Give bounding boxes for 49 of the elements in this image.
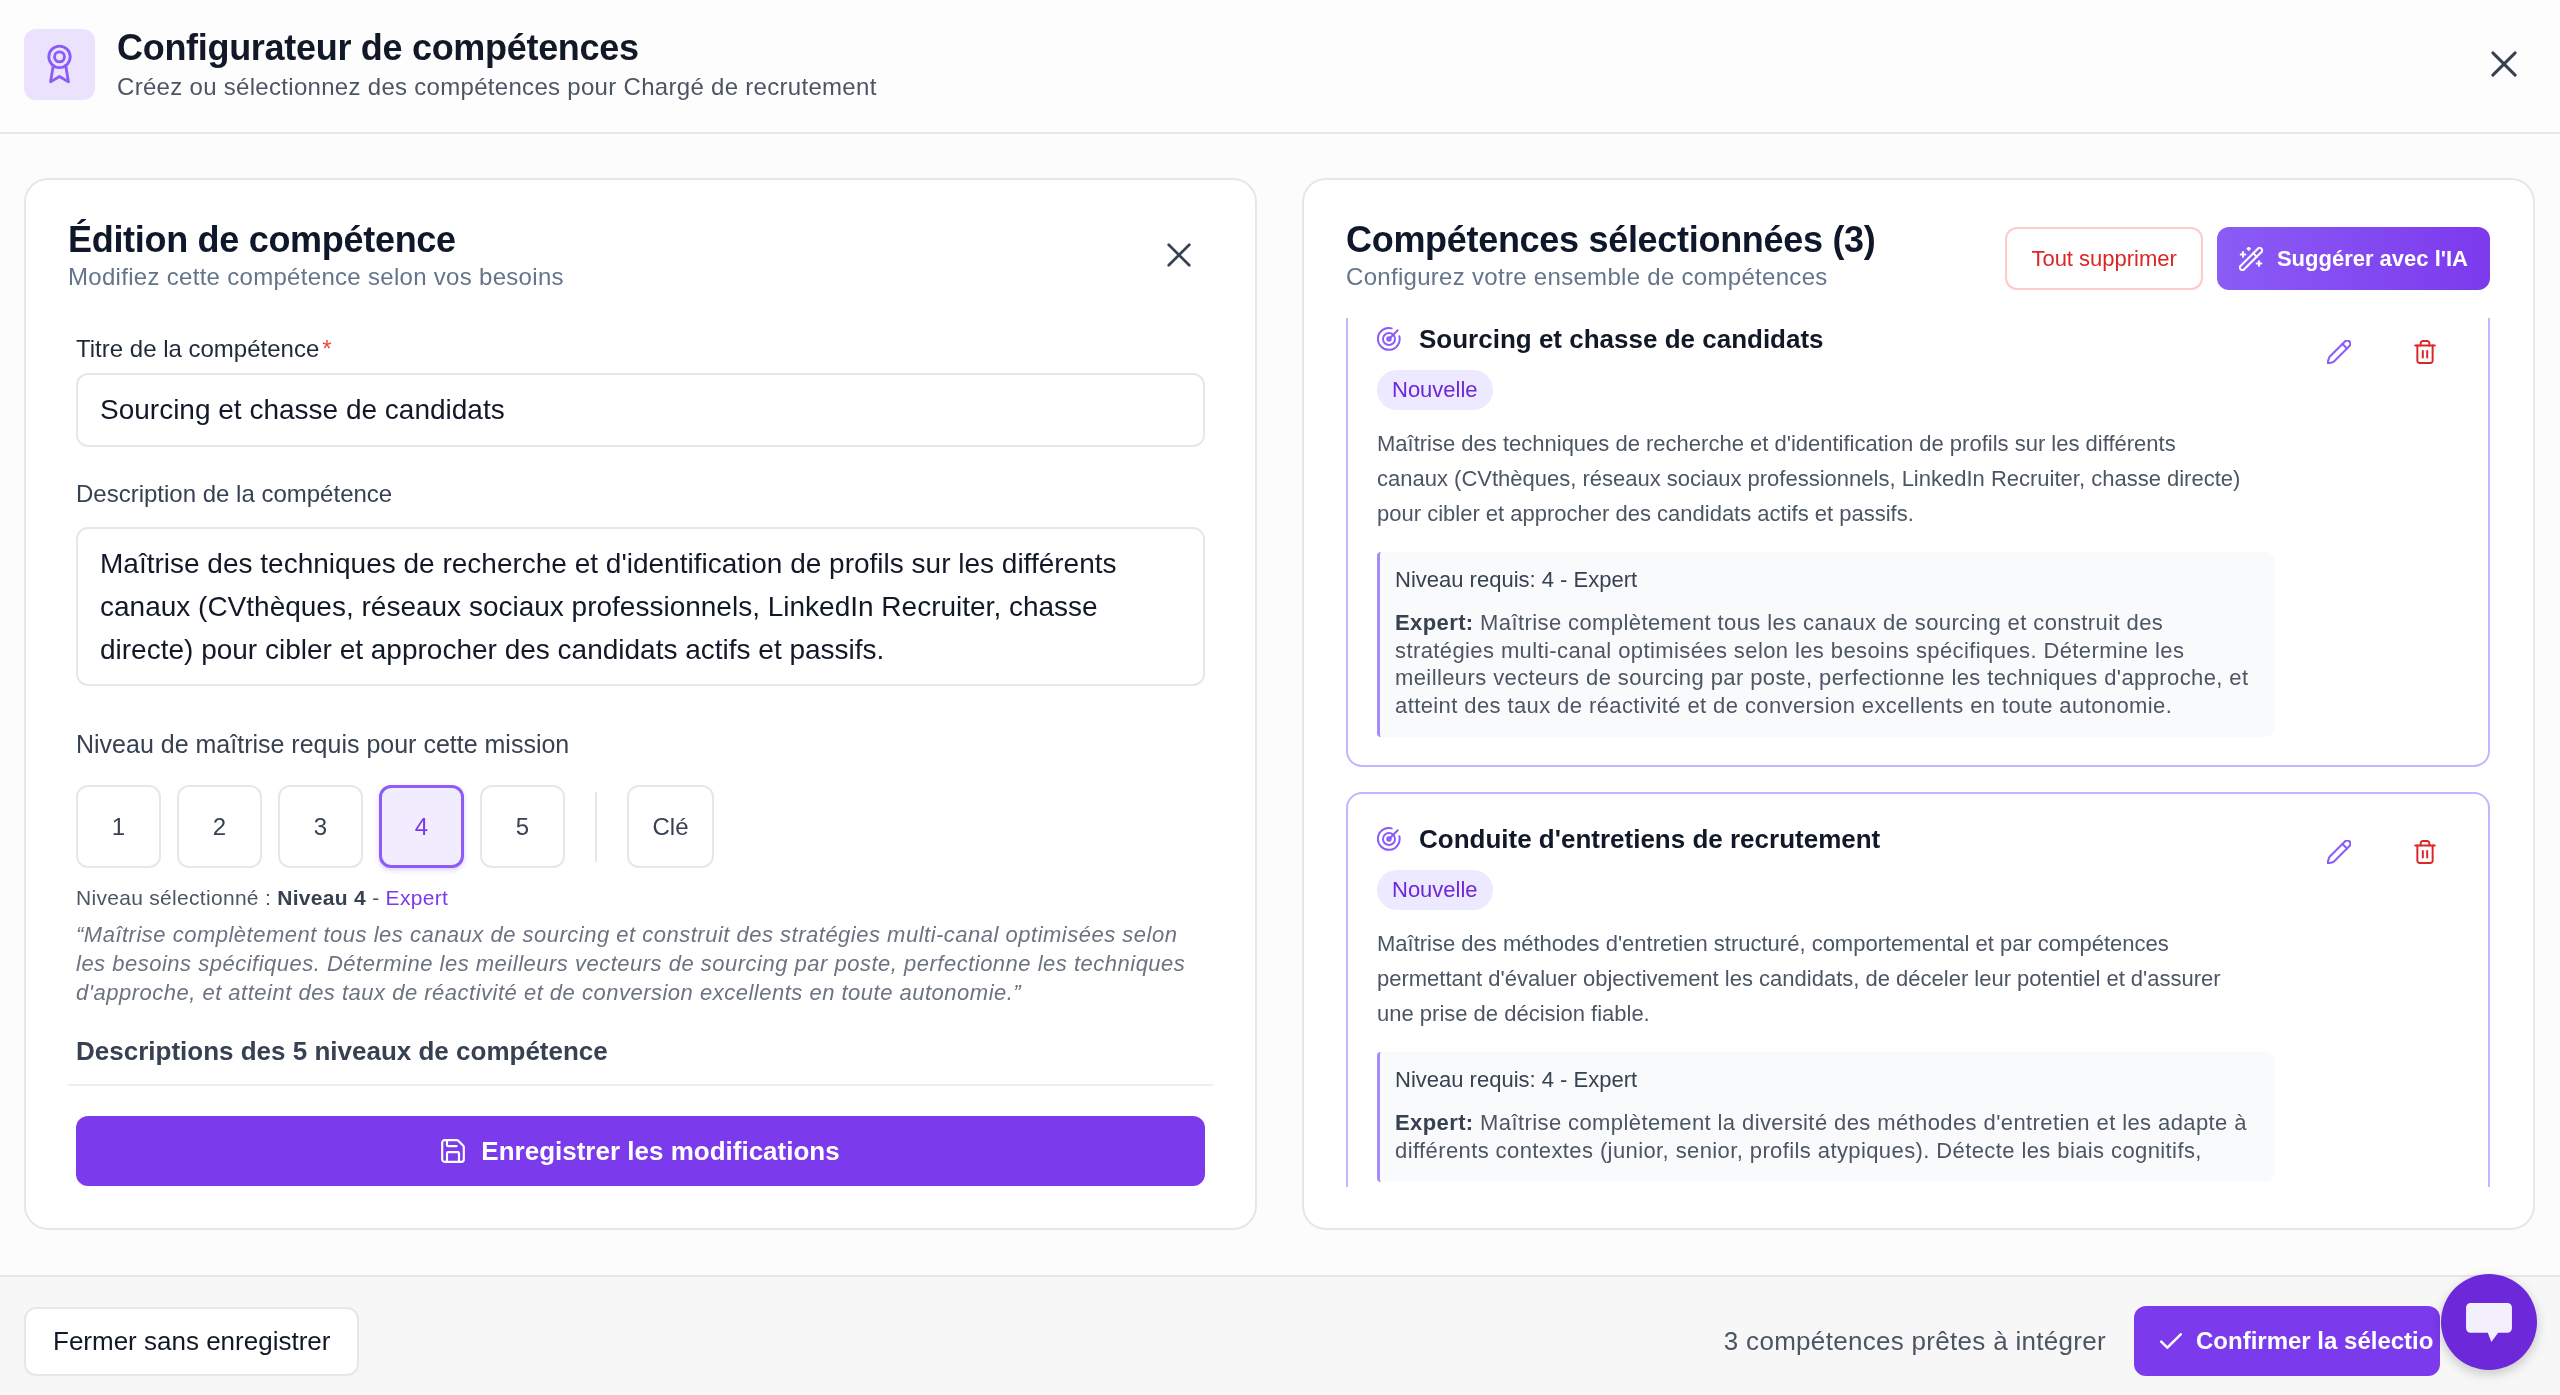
save-button[interactable]: Enregistrer les modifications: [76, 1116, 1205, 1186]
magic-wand-icon: [2238, 246, 2263, 271]
award-icon: [24, 28, 95, 100]
field-label: Description de la compétence: [76, 479, 394, 509]
status-text: 3 compétences prêtes à intégrer: [1723, 1325, 2106, 1357]
status-badge: Nouvelle: [1377, 370, 1493, 410]
close-icon: [1167, 243, 1191, 267]
panel-subtitle: Configurez votre ensemble de compétences: [1346, 262, 1829, 292]
close-without-saving-button[interactable]: Fermer sans enregistrer: [24, 1306, 360, 1376]
level-label: Niveau de maîtrise requis pour cette mission: [76, 729, 571, 760]
title-input[interactable]: Sourcing et chasse de candidats: [76, 373, 1205, 447]
level-button[interactable]: 1: [76, 785, 161, 868]
level-button[interactable]: 2: [177, 785, 262, 868]
save-icon: [441, 1139, 466, 1163]
skill-title: Conduite d'entretiens de recrutement: [1419, 823, 1881, 856]
suggest-button[interactable]: Suggérer avec l'IA: [2216, 227, 2490, 290]
clear-all-button[interactable]: Tout supprimer: [2005, 227, 2203, 290]
level-heading: Niveau requis: 4 - Expert: [1395, 566, 1639, 594]
close-icon: [2491, 51, 2517, 77]
level-button[interactable]: 4: [379, 785, 464, 868]
panel-title: Compétences sélectionnées (3): [1346, 218, 1876, 262]
dialog-subtitle: Créez ou sélectionnez des compétences pour Chargé de recrutement: [117, 72, 877, 102]
level-description: Expert: Maîtrise complètement tous les canaux de sourcing et construit des stratégies multi-canal optimisées selon les besoins spécifiques. Détermine les meilleurs vecteurs de sourcing par poste, perfectionne les techniques d'approche, et atteint des taux de réactivité et de conversion excellents en toute autonomie.: [1395, 609, 2250, 719]
level-heading: Niveau requis: 4 - Expert: [1395, 1066, 1639, 1094]
level-button[interactable]: 3: [278, 785, 363, 868]
trash-icon: [2413, 340, 2437, 364]
pencil-icon: [2327, 840, 2351, 864]
pencil-icon: [2327, 340, 2351, 364]
field-label: Titre de la compétence*: [76, 334, 333, 364]
level-quote: “Maîtrise complètement tous les canaux de sourcing et construit des stratégies multi-canal optimisées selon les besoins spécifiques. Détermine les meilleurs vecteurs de sourcing par poste, perfectionne les techniques d'approche, et atteint des taux de réactivité et de conversion excellents en toute autonomie.”: [76, 921, 1187, 1007]
skill-title: Sourcing et chasse de candidats: [1419, 323, 1824, 356]
selected-level-text: Niveau sélectionné : Niveau 4 - Expert: [76, 885, 450, 911]
panel-title: Édition de compétence: [68, 218, 457, 262]
target-icon: [1377, 827, 1401, 851]
skill-description: Maîtrise des méthodes d'entretien structuré, comportemental et par compétences permettant d'évaluer objectivement les candidats, de déceler leur potentiel et d'assurer une prise de décision fiable.: [1377, 930, 2222, 1028]
level-button[interactable]: 5: [480, 785, 565, 868]
key-level-button[interactable]: Clé: [627, 785, 714, 868]
panel-subtitle: Modifiez cette compétence selon vos besoins: [68, 262, 564, 292]
description-input[interactable]: Maîtrise des techniques de recherche et d'identification de profils sur les différents canaux (CVthèques, réseaux sociaux professionnels, LinkedIn Recruiter, chasse directe) pour cibler et approcher des candidats actifs et passifs.: [76, 527, 1205, 686]
trash-icon: [2413, 840, 2437, 864]
target-icon: [1377, 327, 1401, 351]
check-icon: [2160, 1333, 2182, 1349]
speech-bubble-icon: [2466, 1302, 2512, 1342]
section-heading: Descriptions des 5 niveaux de compétence: [76, 1035, 609, 1067]
level-description: Expert: Maîtrise complètement la diversité des méthodes d'entretien et les adapte à différents contextes (junior, senior, profils atypiques). Détecte les biais cognitifs,: [1395, 1109, 2248, 1164]
dialog-title: Configurateur de compétences: [117, 26, 640, 70]
confirm-button[interactable]: Confirmer la sélectio: [2134, 1306, 2440, 1376]
status-badge: Nouvelle: [1377, 870, 1493, 910]
skill-description: Maîtrise des techniques de recherche et d'identification de profils sur les différents canaux (CVthèques, réseaux sociaux professionnels, LinkedIn Recruiter, chasse directe) pour cibler et approcher des candidats actifs et passifs.: [1377, 430, 2242, 528]
